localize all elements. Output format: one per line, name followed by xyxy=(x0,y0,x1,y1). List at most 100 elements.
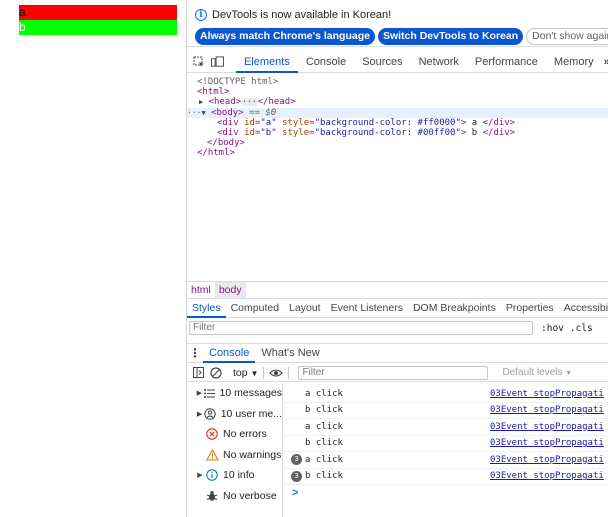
cls-toggle[interactable]: .cls xyxy=(570,323,593,334)
expand-arrow-icon: ▶ xyxy=(196,410,203,418)
console-message[interactable]: b click 03Event_stopPropagati xyxy=(285,436,608,452)
device-toolbar-icon[interactable] xyxy=(211,56,224,69)
inspect-element-icon[interactable] xyxy=(193,56,205,69)
sidebar-item-verbose[interactable]: No verbose xyxy=(187,486,282,507)
dom-div-a[interactable]: <div id="a" style="background-color: #ff… xyxy=(187,118,608,128)
sidebar-item-warnings[interactable]: No warnings xyxy=(187,445,282,466)
warning-icon xyxy=(205,448,219,462)
console-message[interactable]: 3 b click 03Event_stopPropagati xyxy=(285,469,608,485)
breadcrumb: html body xyxy=(187,281,608,298)
html-close-tag: </html> xyxy=(197,148,235,159)
more-options-icon[interactable]: ··· xyxy=(187,108,201,117)
clear-console-icon[interactable] xyxy=(209,366,223,380)
console-prompt[interactable]: > xyxy=(292,485,608,501)
message-source-link[interactable]: 03Event_stopPropagati xyxy=(490,405,604,415)
attr-id-value: "b" xyxy=(260,127,277,138)
switch-korean-button[interactable]: Switch DevTools to Korean xyxy=(377,28,524,45)
log-levels-dropdown[interactable]: Default levels ▼ xyxy=(502,367,572,378)
styles-filter-input[interactable]: Filter xyxy=(189,321,533,335)
attr-id: id xyxy=(244,127,255,138)
attr-id: id xyxy=(244,117,255,128)
head-ellipsis[interactable]: ··· xyxy=(241,97,258,106)
breadcrumb-body[interactable]: body xyxy=(214,281,246,298)
console-messages: a click 03Event_stopPropagati b click 03… xyxy=(285,386,608,501)
match-language-button[interactable]: Always match Chrome's language xyxy=(195,28,375,45)
div-text: a xyxy=(466,117,483,128)
div-a-text: a xyxy=(19,5,26,19)
dom-html-close[interactable]: </html> xyxy=(187,148,608,158)
devtools-panel: i DevTools is now available in Korean! A… xyxy=(186,0,608,517)
styles-filter-row: Filter :hov .cls xyxy=(189,320,608,336)
message-text: a click xyxy=(305,388,343,399)
main-tabbar: Elements Console Sources Network Perform… xyxy=(187,52,608,73)
collapse-arrow-icon[interactable]: ▼ xyxy=(201,109,205,117)
tab-computed[interactable]: Computed xyxy=(226,298,284,318)
tab-accessibility[interactable]: Accessibilit xyxy=(559,298,608,318)
dom-doctype[interactable]: <!DOCTYPE html> xyxy=(187,77,608,87)
sidebar-item-label: No warnings xyxy=(223,448,282,461)
dont-show-again-button[interactable]: Don't show again xyxy=(526,28,608,45)
console-message[interactable]: a click 03Event_stopPropagati xyxy=(285,386,608,403)
dom-body-open[interactable]: ···▼ <body> == $0 xyxy=(187,107,608,118)
user-icon xyxy=(204,407,217,421)
message-source-link[interactable]: 03Event_stopPropagati xyxy=(490,422,604,432)
breadcrumb-html[interactable]: html xyxy=(187,282,215,298)
dom-head[interactable]: ▶ <head>···</head> xyxy=(187,97,608,107)
hov-toggle[interactable]: :hov xyxy=(541,323,564,334)
div-text: b xyxy=(466,127,483,138)
tab-layout[interactable]: Layout xyxy=(284,298,326,318)
dropdown-arrow-icon: ▼ xyxy=(250,368,259,378)
div-open-tag: <div xyxy=(217,127,239,138)
drawer-tab-console[interactable]: Console xyxy=(203,343,256,363)
drawer-tabbar: ⋮ Console What's New xyxy=(187,343,608,363)
head-close-tag: </head> xyxy=(257,97,296,108)
console-sidebar: ▶ 10 messages ▶ 10 user me... No errors xyxy=(187,383,283,517)
tab-network[interactable]: Network xyxy=(411,52,467,73)
message-source-link[interactable]: 03Event_stopPropagati xyxy=(490,455,604,465)
tab-styles[interactable]: Styles xyxy=(187,298,226,318)
message-source-link[interactable]: 03Event_stopPropagati xyxy=(490,471,604,481)
sidebar-item-errors[interactable]: No errors xyxy=(187,424,282,445)
tab-memory[interactable]: Memory xyxy=(546,52,602,73)
sidebar-toggle-icon[interactable] xyxy=(191,366,205,380)
tab-performance[interactable]: Performance xyxy=(467,52,546,73)
tab-event-listeners[interactable]: Event Listeners xyxy=(326,298,408,318)
dom-body-close[interactable]: </body> xyxy=(187,138,608,148)
repeat-count-badge: 3 xyxy=(291,454,302,466)
console-message[interactable]: a click 03Event_stopPropagati xyxy=(285,419,608,436)
tab-elements[interactable]: Elements xyxy=(236,52,298,73)
tab-sources[interactable]: Sources xyxy=(354,52,410,73)
message-source-link[interactable]: 03Event_stopPropagati xyxy=(490,438,604,448)
attr-id-value: "a" xyxy=(260,117,277,128)
info-icon xyxy=(205,468,219,482)
dom-html-open[interactable]: <html> xyxy=(187,87,608,97)
context-selector[interactable]: top ▼ xyxy=(233,367,258,379)
console-toolbar: top ▼ Filter Default levels ▼ xyxy=(187,364,608,382)
more-tabs-icon[interactable]: » xyxy=(602,52,608,73)
body-open-tag: <body> xyxy=(211,107,244,118)
html-open-tag: <html> xyxy=(197,87,230,98)
message-source-link[interactable]: 03Event_stopPropagati xyxy=(490,389,604,399)
tab-dom-breakpoints[interactable]: DOM Breakpoints xyxy=(408,298,501,318)
console-filter-input[interactable]: Filter xyxy=(298,365,489,380)
sidebar-item-user-messages[interactable]: ▶ 10 user me... xyxy=(187,404,282,425)
dom-div-b[interactable]: <div id="b" style="background-color: #00… xyxy=(187,128,608,138)
console-message[interactable]: b click 03Event_stopPropagati xyxy=(285,403,608,419)
sidebar-item-label: 10 info xyxy=(223,469,255,482)
levels-label: Default levels xyxy=(502,367,563,378)
expand-arrow-icon[interactable]: ▶ xyxy=(199,98,203,106)
language-infobar: i DevTools is now available in Korean! A… xyxy=(187,0,608,47)
bug-icon xyxy=(205,489,219,503)
sidebar-item-messages[interactable]: ▶ 10 messages xyxy=(187,383,282,404)
toolbar-divider xyxy=(263,366,265,379)
sidebar-item-info[interactable]: ▶ 10 info xyxy=(187,465,282,486)
toolbar-divider xyxy=(288,366,290,379)
drawer-menu-icon[interactable]: ⋮ xyxy=(187,346,203,360)
tab-properties[interactable]: Properties xyxy=(501,298,559,318)
eye-icon[interactable] xyxy=(269,366,284,380)
drawer-tab-whats-new[interactable]: What's New xyxy=(255,343,325,363)
console-message[interactable]: 3 a click 03Event_stopPropagati xyxy=(285,452,608,469)
tab-console[interactable]: Console xyxy=(298,52,354,73)
div-b-text: b xyxy=(19,20,26,34)
sidebar-item-label: 10 messages xyxy=(219,387,282,400)
